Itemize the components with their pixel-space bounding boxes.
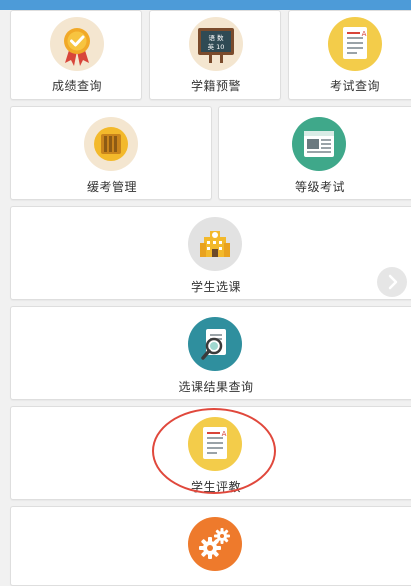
- tile-label: 学生选课: [190, 280, 241, 294]
- board-text-line-1: 语 数: [208, 33, 224, 42]
- newspaper-icon: [292, 117, 346, 171]
- notebook-icon: [84, 117, 138, 171]
- svg-text:A: A: [222, 430, 227, 438]
- gears-icon: [188, 517, 242, 571]
- evaluation-paper-icon: A: [188, 417, 242, 471]
- award-badge-icon: [50, 17, 104, 71]
- tile-course-selection[interactable]: 学生选课: [10, 206, 411, 300]
- tile-label: 选课结果查询: [178, 380, 254, 394]
- tile-grade-query[interactable]: 成绩查询: [10, 10, 142, 100]
- tile-label: 成绩查询: [51, 79, 102, 93]
- tile-settings[interactable]: [10, 506, 411, 586]
- tile-course-result-query[interactable]: 选课结果查询: [10, 306, 411, 400]
- school-building-icon: [188, 217, 242, 271]
- svg-text:A: A: [362, 30, 367, 38]
- tile-exam-query[interactable]: A 考试查询: [288, 10, 411, 100]
- tile-label: 等级考试: [294, 180, 345, 194]
- board-text-line-2: 英 10: [208, 42, 225, 51]
- tile-deferred-exam-management[interactable]: 缓考管理: [10, 106, 212, 200]
- exam-paper-icon: A: [328, 17, 382, 71]
- tile-label: 考试查询: [329, 79, 380, 93]
- chevron-right-icon: [388, 274, 398, 290]
- tile-level-exam[interactable]: 等级考试: [218, 106, 411, 200]
- top-status-bar: [0, 0, 411, 10]
- chalkboard-icon: 语 数 英 10: [189, 17, 243, 71]
- tile-teaching-evaluation[interactable]: A 学生评教: [10, 406, 411, 500]
- tile-label: 学籍预警: [190, 79, 241, 93]
- carousel-next-button[interactable]: [377, 267, 407, 297]
- tile-label: 缓考管理: [86, 180, 137, 194]
- tile-label: 学生评教: [190, 480, 241, 494]
- tile-enrollment-warning[interactable]: 语 数 英 10 学籍预警: [149, 10, 281, 100]
- magnifier-icon: [188, 317, 242, 371]
